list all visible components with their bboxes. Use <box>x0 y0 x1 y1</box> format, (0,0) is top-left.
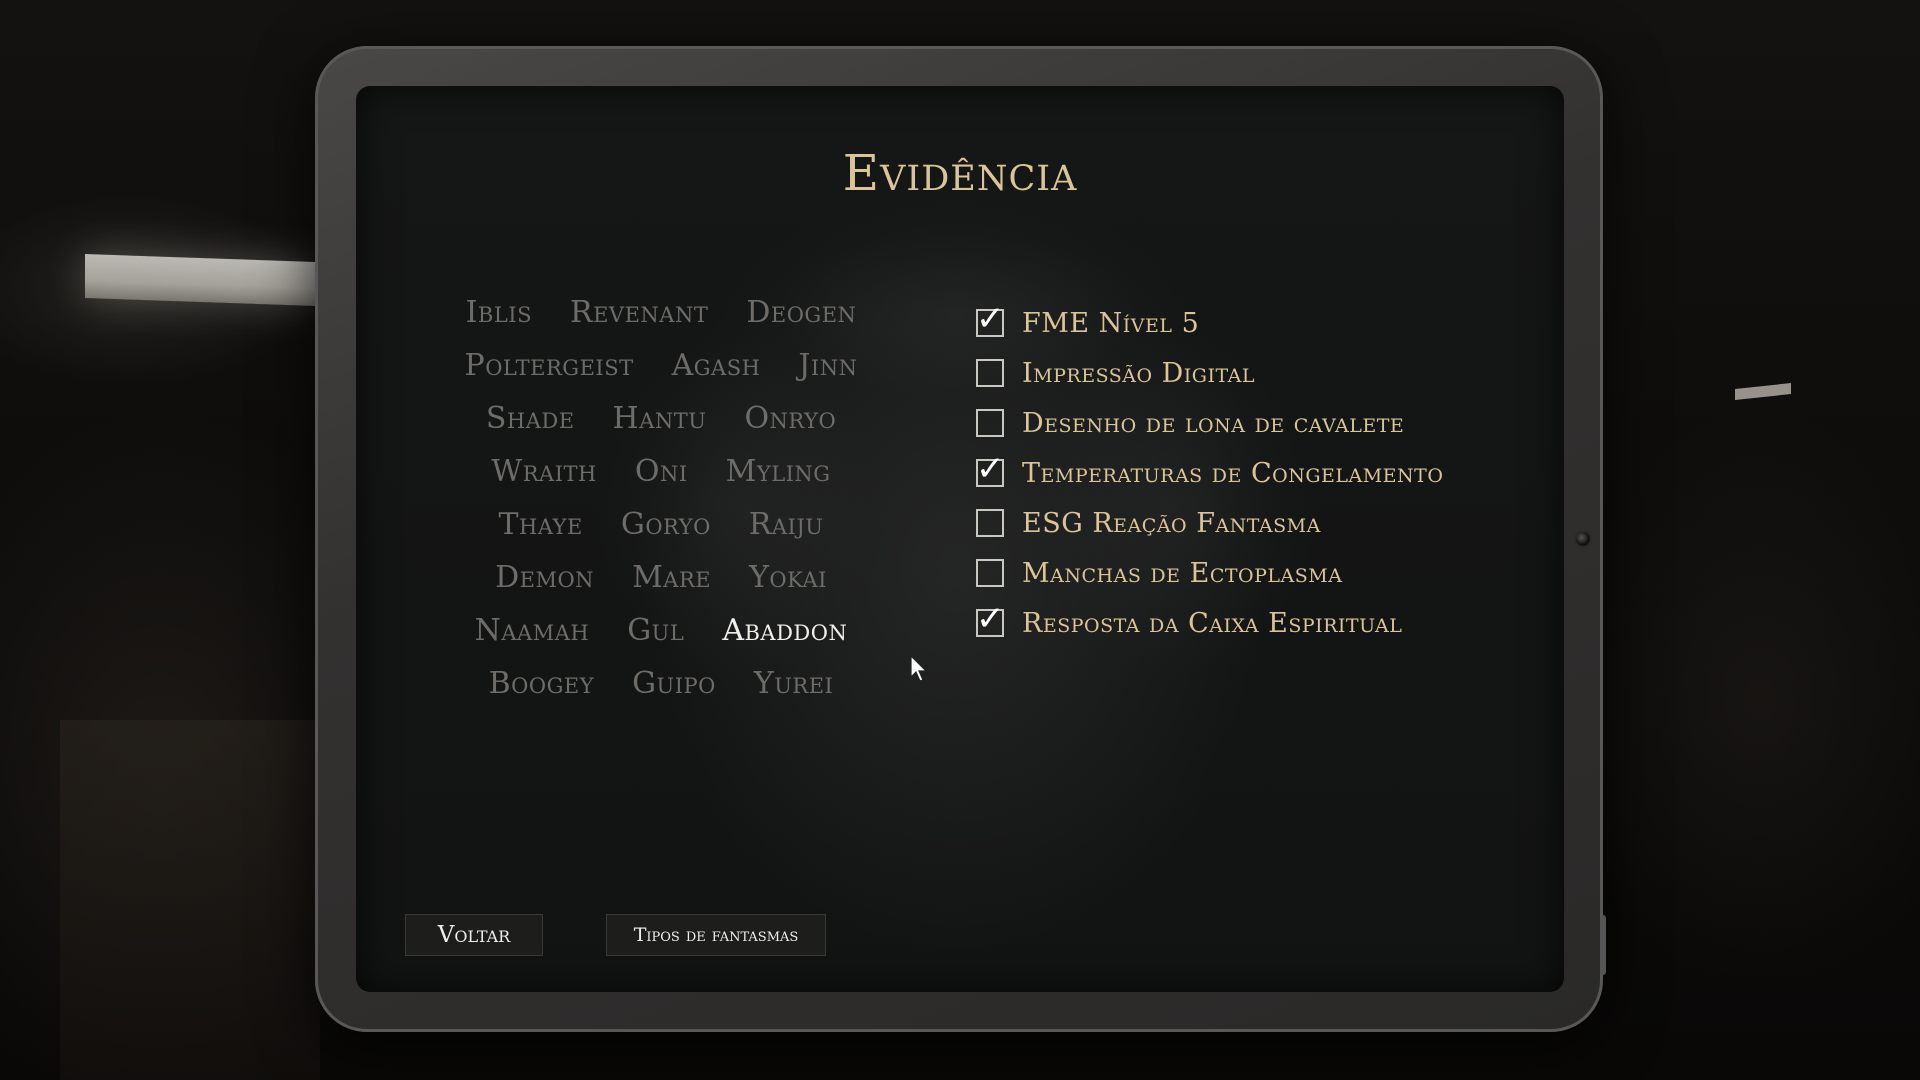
ghost-option-naamah[interactable]: Naamah <box>475 613 590 648</box>
evidence-checkbox[interactable]: ✓ <box>976 302 1005 337</box>
wall-light <box>1735 383 1791 400</box>
evidence-item[interactable]: ✓ FME Nível 5 <box>976 298 1536 348</box>
ghost-row: Demon Mare Yokai <box>416 551 906 604</box>
evidence-item[interactable]: ✓ Temperaturas de Congelamento <box>976 448 1536 498</box>
tablet-side-button <box>1600 915 1606 975</box>
evidence-checklist: ✓ FME Nível 5 Impressão Digital Desenho de … <box>976 298 1536 648</box>
evidence-checkbox[interactable] <box>976 509 1004 537</box>
back-button[interactable]: Voltar <box>405 914 543 956</box>
ceiling-lamp <box>85 253 315 307</box>
evidence-item[interactable]: ESG Reação Fantasma <box>976 498 1536 548</box>
ghost-option-shade[interactable]: Shade <box>486 401 575 436</box>
evidence-item[interactable]: Desenho de lona de cavalete <box>976 398 1536 448</box>
checkmark-icon: ✓ <box>976 599 1005 639</box>
evidence-label: Resposta da Caixa Espiritual <box>1022 607 1403 639</box>
evidence-checkbox[interactable] <box>976 359 1004 387</box>
ghost-option-boogey[interactable]: Boogey <box>489 666 594 701</box>
evidence-item[interactable]: Manchas de Ectoplasma <box>976 548 1536 598</box>
ghost-row: Boogey Guipo Yurei <box>416 657 906 710</box>
ghost-option-mare[interactable]: Mare <box>632 560 711 595</box>
ghost-option-onryo[interactable]: Onryo <box>744 401 836 436</box>
ghost-row: Poltergeist Agash Jinn <box>416 339 906 392</box>
ghost-option-thaye[interactable]: Thaye <box>499 507 583 542</box>
ghost-option-demon[interactable]: Demon <box>495 560 594 595</box>
ghost-option-deogen[interactable]: Deogen <box>746 295 856 330</box>
ghost-row: Naamah Gul Abaddon <box>416 604 906 657</box>
ghost-row: Wraith Oni Myling <box>416 445 906 498</box>
ghost-option-gul[interactable]: Gul <box>627 613 684 648</box>
evidence-checkbox[interactable]: ✓ <box>976 452 1005 487</box>
checkmark-icon: ✓ <box>976 299 1005 339</box>
ghost-option-wraith[interactable]: Wraith <box>491 454 596 489</box>
evidence-checkbox[interactable] <box>976 559 1004 587</box>
evidence-checkbox[interactable]: ✓ <box>976 602 1005 637</box>
ghost-row: Iblis Revenant Deogen <box>416 286 906 339</box>
ghost-row: Shade Hantu Onryo <box>416 392 906 445</box>
evidence-screen: Evidência Iblis Revenant Deogen Poltergeist… <box>356 86 1564 992</box>
ghost-option-revenant[interactable]: Revenant <box>570 295 708 330</box>
page-title: Evidência <box>842 144 1078 202</box>
ghost-option-yurei[interactable]: Yurei <box>754 666 833 701</box>
ghost-type-list: Iblis Revenant Deogen Poltergeist Agash Jinn S… <box>416 286 906 710</box>
ghost-option-goryo[interactable]: Goryo <box>621 507 711 542</box>
ghost-types-button[interactable]: Tipos de fantasmas <box>606 914 826 956</box>
evidence-checkbox[interactable] <box>976 409 1004 437</box>
evidence-item[interactable]: ✓ Resposta da Caixa Espiritual <box>976 598 1536 648</box>
ghost-option-abaddon[interactable]: Abaddon <box>722 613 847 648</box>
ghost-option-jinn[interactable]: Jinn <box>798 348 857 383</box>
checkmark-icon: ✓ <box>976 449 1005 489</box>
evidence-item[interactable]: Impressão Digital <box>976 348 1536 398</box>
evidence-label: Desenho de lona de cavalete <box>1022 407 1405 439</box>
ghost-option-hantu[interactable]: Hantu <box>613 401 707 436</box>
evidence-label: Manchas de Ectoplasma <box>1022 557 1343 589</box>
ghost-option-yokai[interactable]: Yokai <box>749 560 827 595</box>
ghost-option-iblis[interactable]: Iblis <box>466 295 532 330</box>
tablet-camera <box>1576 532 1590 546</box>
evidence-label: ESG Reação Fantasma <box>1022 507 1321 539</box>
ghost-option-myling[interactable]: Myling <box>726 454 831 489</box>
ghost-row: Thaye Goryo Raiju <box>416 498 906 551</box>
ghost-option-oni[interactable]: Oni <box>635 454 688 489</box>
mouse-cursor-icon <box>910 655 928 682</box>
ghost-option-agash[interactable]: Agash <box>672 348 761 383</box>
evidence-label: Impressão Digital <box>1022 357 1255 389</box>
ghost-option-guipo[interactable]: Guipo <box>632 666 716 701</box>
ghost-option-raiju[interactable]: Raiju <box>749 507 824 542</box>
background-furniture <box>60 720 320 1080</box>
evidence-label: Temperaturas de Congelamento <box>1022 457 1444 489</box>
ghost-option-poltergeist[interactable]: Poltergeist <box>465 348 634 383</box>
evidence-label: FME Nível 5 <box>1022 307 1200 339</box>
